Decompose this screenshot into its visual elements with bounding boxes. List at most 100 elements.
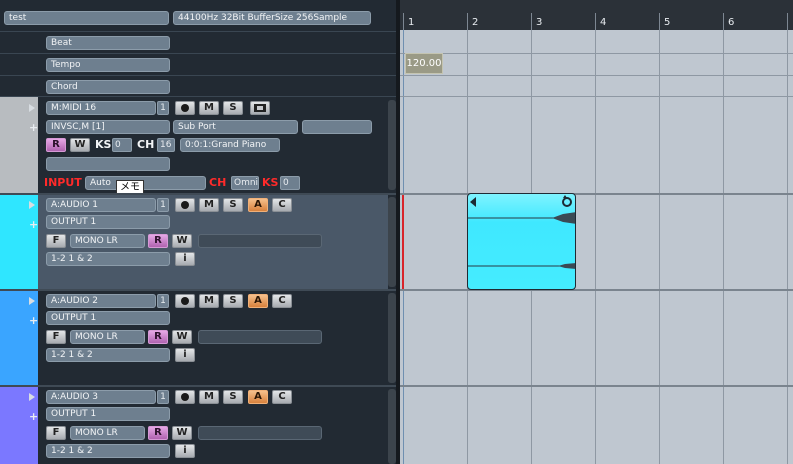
- read-automation-button[interactable]: R: [148, 426, 168, 440]
- info-button[interactable]: i: [175, 252, 195, 266]
- solo-button[interactable]: S: [223, 390, 243, 404]
- audio-clip[interactable]: [467, 193, 576, 290]
- input-routing-select[interactable]: 1-2 1 & 2: [46, 252, 170, 266]
- output-select[interactable]: OUTPUT 1: [46, 311, 170, 325]
- freeze-button[interactable]: F: [46, 234, 66, 248]
- track-scrollbar[interactable]: [388, 197, 396, 287]
- read-automation-button[interactable]: R: [148, 330, 168, 344]
- freeze-button[interactable]: F: [46, 426, 66, 440]
- write-automation-button[interactable]: W: [70, 138, 90, 152]
- expand-triangle-icon[interactable]: [29, 104, 35, 112]
- track-scrollbar[interactable]: [388, 100, 396, 190]
- track-color-strip[interactable]: [0, 195, 38, 289]
- track-scrollbar[interactable]: [388, 389, 396, 464]
- ruler-tick: [403, 13, 404, 30]
- input-source-select[interactable]: Auto: [85, 176, 206, 190]
- clip-button[interactable]: C: [272, 198, 292, 212]
- midi-input-device[interactable]: INVSC,M [1]: [46, 120, 170, 134]
- record-icon: [181, 201, 189, 209]
- input-routing-select[interactable]: 1-2 1 & 2: [46, 348, 170, 362]
- instrument-select[interactable]: 0:0:1:Grand Piano: [180, 138, 280, 152]
- solo-button[interactable]: S: [223, 294, 243, 308]
- input-routing-select[interactable]: 1-2 1 & 2: [46, 444, 170, 458]
- record-arm-button[interactable]: [175, 294, 195, 308]
- expand-triangle-icon[interactable]: [29, 393, 35, 401]
- track-header-panel: test 44100Hz 32Bit BufferSize 256Sample …: [0, 0, 400, 464]
- arrange-view[interactable]: 1 2 3 4 5 6 120.00: [400, 0, 793, 464]
- project-name-field[interactable]: test: [4, 11, 169, 25]
- midi-icon-button[interactable]: [250, 101, 270, 115]
- midi-blank-field[interactable]: [46, 157, 170, 171]
- clip-button[interactable]: C: [272, 294, 292, 308]
- record-arm-button[interactable]: [175, 198, 195, 212]
- volume-slider[interactable]: [198, 330, 322, 344]
- read-automation-button[interactable]: R: [148, 234, 168, 248]
- grid-line: [400, 193, 793, 195]
- record-arm-button[interactable]: [175, 101, 195, 115]
- tempo-value-marker[interactable]: 120.00: [405, 53, 443, 74]
- ruler-tick: [659, 13, 660, 30]
- read-automation-button[interactable]: R: [46, 138, 66, 152]
- divider: [0, 75, 400, 76]
- output-select[interactable]: OUTPUT 1: [46, 407, 170, 421]
- ch-value[interactable]: 16: [157, 138, 175, 152]
- audio-info-field: 44100Hz 32Bit BufferSize 256Sample: [173, 11, 371, 25]
- mute-button[interactable]: M: [199, 101, 219, 115]
- output-select[interactable]: OUTPUT 1: [46, 215, 170, 229]
- audio-track-name[interactable]: A:AUDIO 3: [46, 390, 156, 404]
- beat-track-label[interactable]: Beat: [46, 36, 170, 50]
- add-lane-icon[interactable]: +: [29, 219, 38, 230]
- audio-track-name[interactable]: A:AUDIO 1: [46, 198, 156, 212]
- bar-number: 2: [472, 17, 479, 28]
- mute-button[interactable]: M: [199, 294, 219, 308]
- midi-track-name[interactable]: M:MIDI 16: [46, 101, 156, 115]
- divider: [0, 96, 400, 97]
- info-button[interactable]: i: [175, 444, 195, 458]
- mono-select[interactable]: MONO LR: [70, 426, 145, 440]
- input-ch-value[interactable]: Omni: [231, 176, 259, 190]
- chord-track-label[interactable]: Chord: [46, 80, 170, 94]
- info-button[interactable]: i: [175, 348, 195, 362]
- freeze-button[interactable]: F: [46, 330, 66, 344]
- divider: [0, 289, 400, 291]
- record-arm-button[interactable]: [175, 390, 195, 404]
- input-ks-value[interactable]: 0: [280, 176, 300, 190]
- write-automation-button[interactable]: W: [172, 426, 192, 440]
- solo-button[interactable]: S: [223, 101, 243, 115]
- audition-button[interactable]: A: [248, 198, 268, 212]
- input-label: INPUT: [44, 176, 82, 189]
- audition-button[interactable]: A: [248, 294, 268, 308]
- ks-value[interactable]: 0: [112, 138, 132, 152]
- add-lane-icon[interactable]: +: [29, 411, 38, 422]
- record-icon: [181, 393, 189, 401]
- solo-button[interactable]: S: [223, 198, 243, 212]
- track-color-strip[interactable]: [0, 291, 38, 385]
- track-scrollbar[interactable]: [388, 293, 396, 383]
- mono-select[interactable]: MONO LR: [70, 234, 145, 248]
- write-automation-button[interactable]: W: [172, 234, 192, 248]
- add-lane-icon[interactable]: +: [29, 315, 38, 326]
- mono-select[interactable]: MONO LR: [70, 330, 145, 344]
- playhead-marker: [402, 195, 404, 289]
- bar-number: 1: [408, 17, 415, 28]
- mute-button[interactable]: M: [199, 390, 219, 404]
- bar-number: 5: [664, 17, 671, 28]
- audio-track-name[interactable]: A:AUDIO 2: [46, 294, 156, 308]
- ruler-tick: [595, 13, 596, 30]
- track-number: 1: [157, 198, 169, 212]
- write-automation-button[interactable]: W: [172, 330, 192, 344]
- tempo-track-label[interactable]: Tempo: [46, 58, 170, 72]
- audition-button[interactable]: A: [248, 390, 268, 404]
- mute-button[interactable]: M: [199, 198, 219, 212]
- ruler-tick: [723, 13, 724, 30]
- midi-port-select[interactable]: Sub Port: [173, 120, 298, 134]
- expand-triangle-icon[interactable]: [29, 297, 35, 305]
- add-lane-icon[interactable]: +: [29, 122, 38, 133]
- midi-extra-field[interactable]: [302, 120, 372, 134]
- clip-button[interactable]: C: [272, 390, 292, 404]
- expand-triangle-icon[interactable]: [29, 201, 35, 209]
- track-number: 1: [157, 294, 169, 308]
- timeline-ruler[interactable]: 1 2 3 4 5 6: [400, 0, 793, 30]
- volume-slider[interactable]: [198, 234, 322, 248]
- volume-slider[interactable]: [198, 426, 322, 440]
